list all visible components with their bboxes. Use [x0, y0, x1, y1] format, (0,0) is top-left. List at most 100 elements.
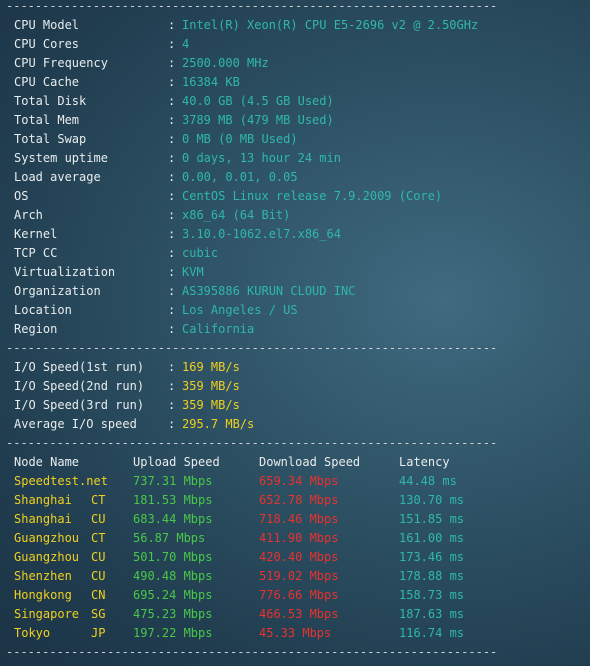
- node-name: Guangzhou: [14, 550, 80, 564]
- header-node: Node Name: [14, 455, 80, 469]
- latency-value: 151.85 ms: [399, 512, 465, 526]
- info-value: 2500.000 MHz: [182, 56, 269, 70]
- info-value: CentOS Linux release 7.9.2009 (Core): [182, 189, 443, 203]
- colon-separator: :: [168, 18, 176, 32]
- upload-speed: 56.87 Mbps: [133, 531, 206, 545]
- io-value: 359 MB/s: [182, 379, 240, 393]
- node-name: Shenzhen: [14, 569, 72, 583]
- info-label: Total Disk: [14, 94, 87, 108]
- upload-speed: 490.48 Mbps: [133, 569, 213, 583]
- node-isp: CU: [91, 512, 106, 526]
- download-speed: 466.53 Mbps: [259, 607, 339, 621]
- info-row: OS: CentOS Linux release 7.9.2009 (Core): [0, 187, 590, 206]
- node-name: Speedtest.net: [14, 474, 108, 488]
- upload-speed: 683.44 Mbps: [133, 512, 213, 526]
- download-speed: 659.34 Mbps: [259, 474, 339, 488]
- terminal-window: ----------------------------------------…: [0, 0, 590, 666]
- info-label: Total Swap: [14, 132, 87, 146]
- info-row: CPU Model: Intel(R) Xeon(R) CPU E5-2696 v…: [0, 16, 590, 35]
- info-value: AS395886 KURUN CLOUD INC: [182, 284, 356, 298]
- node-name: Guangzhou: [14, 531, 80, 545]
- info-value: Los Angeles / US: [182, 303, 298, 317]
- colon-separator: :: [168, 379, 176, 393]
- info-value: California: [182, 322, 255, 336]
- info-value: x86_64 (64 Bit): [182, 208, 291, 222]
- colon-separator: :: [168, 56, 176, 70]
- info-label: Load average: [14, 170, 101, 184]
- io-label: Average I/O speed: [14, 417, 137, 431]
- latency-value: 44.48 ms: [399, 474, 457, 488]
- info-label: Virtualization: [14, 265, 116, 279]
- node-name: Shanghai: [14, 493, 72, 507]
- node-isp: CU: [91, 550, 106, 564]
- io-row: I/O Speed(3rd run):359 MB/s: [0, 396, 590, 415]
- info-row: Organization: AS395886 KURUN CLOUD INC: [0, 282, 590, 301]
- colon-separator: :: [168, 322, 176, 336]
- colon-separator: :: [168, 265, 176, 279]
- info-value: cubic: [182, 246, 219, 260]
- info-row: Total Disk:40.0 GB (4.5 GB Used): [0, 92, 590, 111]
- separator-line: ----------------------------------------…: [6, 341, 496, 355]
- latency-value: 178.88 ms: [399, 569, 465, 583]
- speed-table-row: Shanghai CU 683.44 Mbps 718.46 Mbps 151.85 m…: [0, 510, 590, 529]
- upload-speed: 181.53 Mbps: [133, 493, 213, 507]
- latency-value: 116.74 ms: [399, 626, 465, 640]
- download-speed: 718.46 Mbps: [259, 512, 339, 526]
- latency-value: 158.73 ms: [399, 588, 465, 602]
- header-latency: Latency: [399, 455, 450, 469]
- colon-separator: :: [168, 151, 176, 165]
- colon-separator: :: [168, 94, 176, 108]
- info-value: KVM: [182, 265, 204, 279]
- node-name: Tokyo: [14, 626, 51, 640]
- download-speed: 45.33 Mbps: [259, 626, 332, 640]
- colon-separator: :: [168, 227, 176, 241]
- download-speed: 411.90 Mbps: [259, 531, 339, 545]
- info-label: Organization: [14, 284, 101, 298]
- info-row: TCP CC: cubic: [0, 244, 590, 263]
- info-row: Load average:0.00, 0.01, 0.05: [0, 168, 590, 187]
- header-download: Download Speed: [259, 455, 361, 469]
- speed-table-header: Node Name Upload Speed Download Speed Laten…: [0, 453, 590, 472]
- latency-value: 130.70 ms: [399, 493, 465, 507]
- speed-table-row: Tokyo JP 197.22 Mbps 45.33 Mbps 116.74 ms: [0, 624, 590, 643]
- info-value: Intel(R) Xeon(R) CPU E5-2696 v2 @ 2.50GH…: [182, 18, 479, 32]
- speed-table-row: Guangzhou CT 56.87 Mbps 411.90 Mbps 161.00 m…: [0, 529, 590, 548]
- node-isp: CU: [91, 569, 106, 583]
- colon-separator: :: [168, 189, 176, 203]
- download-speed: 652.78 Mbps: [259, 493, 339, 507]
- info-value: 40.0 GB (4.5 GB Used): [182, 94, 334, 108]
- download-speed: 776.66 Mbps: [259, 588, 339, 602]
- info-row: Virtualization: KVM: [0, 263, 590, 282]
- info-row: Location: Los Angeles / US: [0, 301, 590, 320]
- node-isp: CN: [91, 588, 106, 602]
- info-label: OS: [14, 189, 29, 203]
- info-label: CPU Model: [14, 18, 80, 32]
- io-row: I/O Speed(1st run):169 MB/s: [0, 358, 590, 377]
- info-label: Arch: [14, 208, 43, 222]
- speed-table-row: Speedtest.net 737.31 Mbps 659.34 Mbps 44.48…: [0, 472, 590, 491]
- info-value: 0 days, 13 hour 24 min: [182, 151, 341, 165]
- colon-separator: :: [168, 246, 176, 260]
- latency-value: 187.63 ms: [399, 607, 465, 621]
- colon-separator: :: [168, 113, 176, 127]
- node-isp: JP: [91, 626, 106, 640]
- io-row: Average I/O speed:295.7 MB/s: [0, 415, 590, 434]
- info-label: System uptime: [14, 151, 108, 165]
- latency-value: 161.00 ms: [399, 531, 465, 545]
- info-row: CPU Cache:16384 KB: [0, 73, 590, 92]
- info-row: Total Swap:0 MB (0 MB Used): [0, 130, 590, 149]
- upload-speed: 501.70 Mbps: [133, 550, 213, 564]
- info-row: Total Mem:3789 MB (479 MB Used): [0, 111, 590, 130]
- info-row: CPU Frequency:2500.000 MHz: [0, 54, 590, 73]
- separator-line: ----------------------------------------…: [6, 436, 496, 450]
- colon-separator: :: [168, 360, 176, 374]
- header-upload: Upload Speed: [133, 455, 220, 469]
- speed-table-row: Shanghai CT 181.53 Mbps 652.78 Mbps 130.70 m…: [0, 491, 590, 510]
- io-value: 169 MB/s: [182, 360, 240, 374]
- info-label: Total Mem: [14, 113, 80, 127]
- download-speed: 420.40 Mbps: [259, 550, 339, 564]
- info-row: Kernel:3.10.0-1062.el7.x86_64: [0, 225, 590, 244]
- colon-separator: :: [168, 170, 176, 184]
- io-label: I/O Speed(1st run): [14, 360, 145, 374]
- info-row: Arch: x86_64 (64 Bit): [0, 206, 590, 225]
